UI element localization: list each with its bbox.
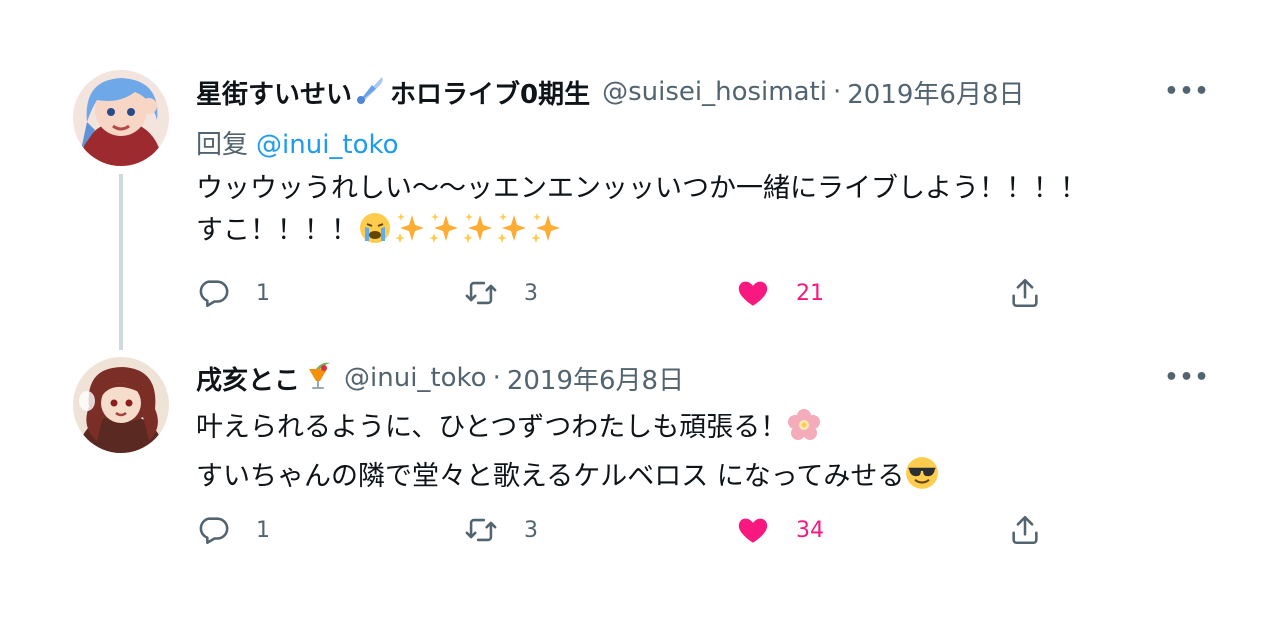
avatar-image xyxy=(73,70,169,166)
retweet-icon xyxy=(465,518,497,542)
share-icon xyxy=(1012,278,1038,308)
retweet-count: 3 xyxy=(524,517,538,543)
user-handle[interactable]: @inui_toko xyxy=(344,363,487,393)
reply-mention-link[interactable]: @inui_toko xyxy=(256,130,399,160)
tweet-actions: 1 3 21 xyxy=(196,273,1056,313)
avatar-image xyxy=(73,357,169,453)
reply-count: 1 xyxy=(256,517,270,543)
sparkles-emoji-icon xyxy=(426,211,460,258)
share-button[interactable] xyxy=(1008,273,1042,313)
reply-button[interactable]: 1 xyxy=(196,273,270,313)
tweet[interactable]: 戌亥とこ @inui_toko · 2019年6月8日 ••• 叶えられるように… xyxy=(0,345,1285,575)
separator-dot: · xyxy=(832,77,842,107)
like-count: 34 xyxy=(796,517,824,543)
tweet-text-line: すこ！！！！ xyxy=(196,215,358,246)
display-name-suffix[interactable]: ホロライブ0期生 xyxy=(390,74,590,111)
tweet-header: 星街すいせい ホロライブ0期生 @suisei_hosimati · 2019年… xyxy=(196,72,1025,112)
thread-line xyxy=(119,174,123,350)
heart-filled-icon xyxy=(738,281,768,306)
tweet-text-line: すいちゃんの隣で堂々と歌えるケルベロス になってみせる xyxy=(196,461,905,492)
more-options-icon[interactable]: ••• xyxy=(1164,74,1208,108)
reply-icon xyxy=(199,280,229,308)
like-count: 21 xyxy=(796,280,824,306)
sunglasses-emoji-icon xyxy=(904,455,940,504)
retweet-button[interactable]: 3 xyxy=(464,510,538,550)
user-handle[interactable]: @suisei_hosimati xyxy=(602,77,827,107)
avatar[interactable] xyxy=(73,357,169,453)
sparkles-emoji-icon xyxy=(460,211,494,258)
tweet-text-line: 叶えられるように、ひとつずつわたしも頑張る！ xyxy=(196,412,788,443)
tweet-date[interactable]: 2019年6月8日 xyxy=(507,360,684,397)
tweet-date[interactable]: 2019年6月8日 xyxy=(847,74,1024,111)
sparkles-emoji-icon xyxy=(528,211,562,258)
tweet-actions: 1 3 34 xyxy=(196,510,1056,550)
tweet-text-line: ウッウッうれしい〜〜ッエンエンッッいつか一緒にライブしよう！！！！ xyxy=(196,173,1087,204)
sparkles-emoji-icon xyxy=(392,211,426,258)
tweet-header: 戌亥とこ @inui_toko · 2019年6月8日 xyxy=(196,358,684,398)
retweet-button[interactable]: 3 xyxy=(464,273,538,313)
separator-dot: · xyxy=(492,363,501,393)
reply-label: 回复 xyxy=(196,130,249,160)
reply-icon xyxy=(199,517,229,545)
more-options-icon[interactable]: ••• xyxy=(1164,360,1208,394)
loudly-crying-emoji-icon xyxy=(358,211,392,258)
cherry-blossom-emoji-icon xyxy=(787,408,821,455)
share-button[interactable] xyxy=(1008,510,1042,550)
reply-button[interactable]: 1 xyxy=(196,510,270,550)
share-icon xyxy=(1012,515,1038,545)
sparkles-emoji-icon xyxy=(494,211,528,258)
heart-filled-icon xyxy=(738,518,768,543)
reply-context: 回复 @inui_toko xyxy=(196,124,399,161)
display-name[interactable]: 戌亥とこ xyxy=(196,360,300,397)
reply-count: 1 xyxy=(256,280,270,306)
display-name[interactable]: 星街すいせい xyxy=(196,74,352,111)
like-button[interactable]: 21 xyxy=(736,273,824,313)
tweet[interactable]: 星街すいせい ホロライブ0期生 @suisei_hosimati · 2019年… xyxy=(0,60,1285,350)
comet-emoji-icon xyxy=(354,73,386,112)
tropical-drink-emoji-icon xyxy=(302,359,334,398)
retweet-icon xyxy=(465,281,497,305)
like-button[interactable]: 34 xyxy=(736,510,824,550)
tweet-text: ウッウッうれしい〜〜ッエンエンッッいつか一緒にライブしよう！！！！ すこ！！！！ xyxy=(196,168,1087,258)
avatar[interactable] xyxy=(73,70,169,166)
retweet-count: 3 xyxy=(524,280,538,306)
tweet-text: 叶えられるように、ひとつずつわたしも頑張る！ すいちゃんの隣で堂々と歌えるケルベ… xyxy=(196,407,940,504)
